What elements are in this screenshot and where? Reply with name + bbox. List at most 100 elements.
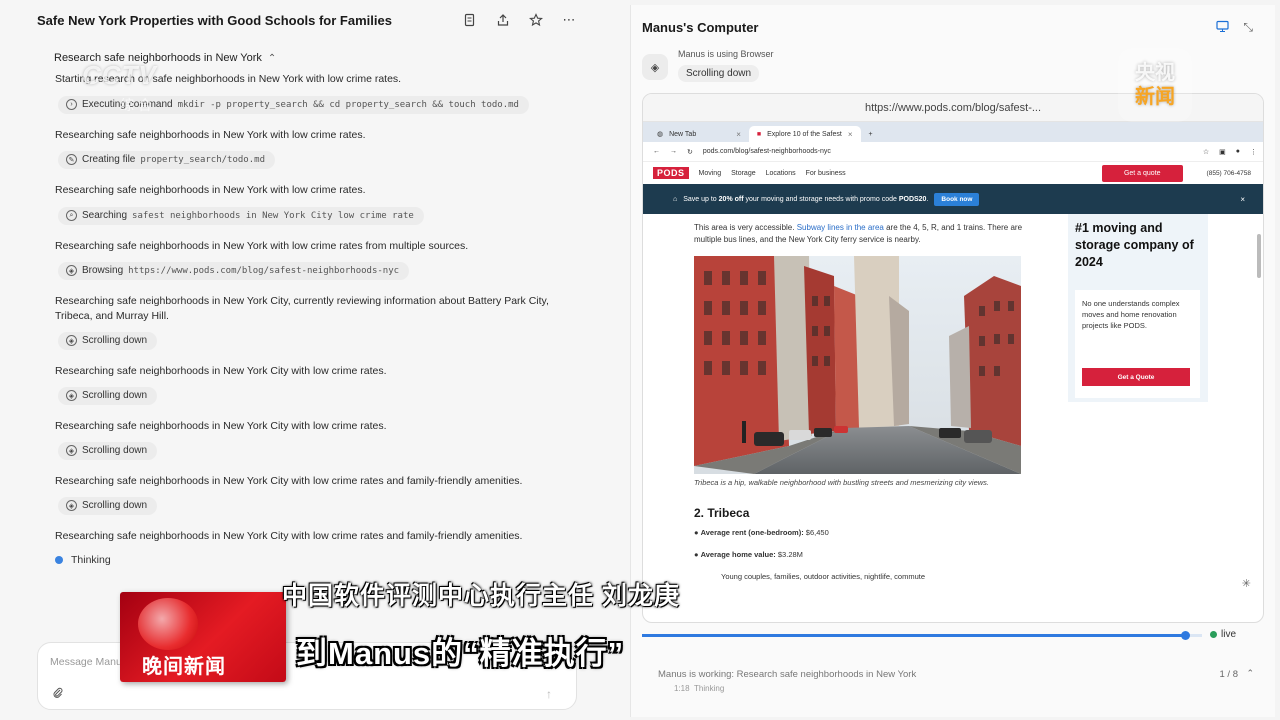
- step-chip[interactable]: ◈ Scrolling down: [58, 386, 158, 405]
- step-label: Scrolling down: [82, 445, 148, 456]
- step-chip[interactable]: ◈ Scrolling down: [58, 331, 158, 350]
- status-detail: 1:18 Thinking: [674, 684, 725, 693]
- chevron-up-icon[interactable]: ⌃: [1246, 668, 1254, 679]
- side-card-text: No one understands complex moves and hom…: [1082, 299, 1180, 330]
- globe-icon: ◍: [657, 131, 664, 138]
- tab-pods-article[interactable]: ■ Explore 10 of the Safest ×: [748, 126, 861, 142]
- step-chip[interactable]: ✎ Creating file property_search/todo.md: [58, 150, 275, 169]
- panel-controls: ⤡: [1216, 20, 1253, 36]
- news-logo-top: 央视: [1135, 62, 1175, 84]
- nav-locations[interactable]: Locations: [766, 170, 796, 177]
- step-detail: safest neighborhoods in New York City lo…: [132, 210, 414, 221]
- files-icon[interactable]: [462, 12, 478, 28]
- message-input[interactable]: Message Manus: [50, 656, 127, 668]
- best-for-bullet: Young couples, families, outdoor activit…: [721, 572, 925, 581]
- nav-for-business[interactable]: For business: [806, 170, 846, 177]
- nav-storage[interactable]: Storage: [731, 170, 756, 177]
- step-chip[interactable]: ◈ Scrolling down: [58, 496, 158, 515]
- forward-icon[interactable]: →: [670, 148, 677, 155]
- live-indicator[interactable]: live: [1210, 629, 1236, 640]
- tab-label: New Tab: [669, 130, 697, 138]
- nav-moving[interactable]: Moving: [699, 170, 722, 177]
- subtitle-speaker: 中国软件评测中心执行主任 刘龙庚: [282, 582, 680, 610]
- step-label: Creating file: [82, 154, 136, 165]
- feed-message: Researching safe neighborhoods in New Yo…: [55, 529, 523, 542]
- browser-view: https://www.pods.com/blog/safest-... ◍ N…: [642, 93, 1264, 623]
- step-chip[interactable]: ◈ Browsing https://www.pods.com/blog/safes…: [58, 261, 410, 280]
- more-icon[interactable]: ⋯: [561, 12, 577, 28]
- bookmark-icon[interactable]: ☆: [1203, 148, 1209, 156]
- section-heading: 2. Tribeca: [694, 506, 750, 520]
- close-icon[interactable]: ×: [848, 130, 853, 139]
- feed-message: Researching safe neighborhoods in New Yo…: [55, 364, 387, 377]
- article-content: This area is very accessible. Subway lin…: [643, 214, 1263, 604]
- monitor-icon[interactable]: [1216, 20, 1229, 36]
- compass-icon: ◈: [66, 445, 77, 456]
- site-nav: PODS Moving Storage Locations For busine…: [643, 162, 1263, 184]
- task-title: Safe New York Properties with Good Schoo…: [37, 12, 392, 28]
- attach-icon[interactable]: [52, 687, 64, 702]
- chevron-up-icon[interactable]: ⌃: [268, 53, 276, 64]
- step-label: Scrolling down: [82, 500, 148, 511]
- status-dot: [55, 555, 63, 564]
- compass-icon: ◈: [66, 390, 77, 401]
- side-card-body: No one understands complex moves and hom…: [1075, 290, 1200, 398]
- step-label: Scrolling down: [82, 335, 148, 346]
- thinking-indicator: Thinking: [55, 554, 595, 566]
- step-label: Searching: [82, 210, 128, 221]
- star-icon[interactable]: [528, 12, 544, 28]
- back-icon[interactable]: ←: [653, 148, 660, 155]
- phone-number[interactable]: (855) 706-4758: [1207, 170, 1251, 177]
- tab-label: Explore 10 of the Safest: [767, 130, 842, 138]
- progress-knob[interactable]: [1181, 631, 1191, 640]
- chat-panel: Safe New York Properties with Good Schoo…: [0, 0, 630, 720]
- step-counter: 1 / 8: [1219, 669, 1239, 680]
- extensions-icon[interactable]: ▣: [1219, 148, 1226, 156]
- get-a-quote-button[interactable]: Get a Quote: [1082, 368, 1190, 386]
- feed-message: Researching safe neighborhoods in New Yo…: [55, 294, 549, 322]
- action-chip: Scrolling down: [678, 65, 760, 82]
- promo-sidebar-card: #1 moving and storage company of 2024 No…: [1068, 214, 1208, 402]
- step-label: Scrolling down: [82, 390, 148, 401]
- address-text[interactable]: pods.com/blog/safest-neighborhoods-nyc: [703, 148, 831, 155]
- progress-fill: [642, 634, 1186, 637]
- step-detail: property_search/todo.md: [140, 154, 265, 165]
- globe-graphic: [138, 598, 198, 650]
- cctv-watermark: CCTV: [82, 60, 157, 90]
- tab-new-tab[interactable]: ◍ New Tab ×: [649, 126, 749, 142]
- menu-icon[interactable]: ⋮: [1250, 148, 1257, 156]
- live-dot: [1210, 631, 1217, 638]
- close-icon[interactable]: ×: [736, 130, 741, 139]
- pods-logo[interactable]: PODS: [653, 167, 689, 179]
- side-card-title: #1 moving and storage company of 2024: [1075, 221, 1194, 269]
- task-status-bar[interactable]: Manus is working: Research safe neighbor…: [642, 663, 1264, 699]
- subway-link[interactable]: Subway lines in the area: [797, 223, 884, 232]
- live-label: live: [1221, 629, 1237, 640]
- share-icon[interactable]: [495, 12, 511, 28]
- book-now-button[interactable]: Book now: [934, 192, 980, 206]
- news-logo-bottom: 新闻: [1135, 86, 1175, 108]
- reload-icon[interactable]: ↻: [687, 148, 693, 156]
- search-icon: ⌕: [66, 210, 77, 221]
- step-chip[interactable]: ◈ Scrolling down: [58, 441, 158, 460]
- new-tab-button[interactable]: +: [861, 126, 881, 142]
- page-scrollbar[interactable]: [1257, 234, 1261, 278]
- feed-message: Researching safe neighborhoods in New Yo…: [55, 474, 523, 487]
- pods-favicon-icon: ■: [756, 130, 762, 138]
- article-paragraph: This area is very accessible. Subway lin…: [694, 223, 1023, 244]
- step-chip[interactable]: ⌕ Searching safest neighborhoods in New Yo…: [58, 206, 424, 225]
- get-quote-button[interactable]: Get a quote: [1101, 164, 1183, 182]
- close-icon[interactable]: ×: [1240, 195, 1245, 204]
- agent-using-text: Manus is using Browser: [678, 49, 774, 59]
- channel-label: 综 合: [120, 97, 152, 113]
- compass-icon: ◈: [66, 335, 77, 346]
- photo-caption: Tribeca is a hip, walkable neighborhood …: [694, 478, 990, 487]
- send-icon[interactable]: ↑: [546, 687, 552, 701]
- collapse-icon[interactable]: ⤡: [1243, 20, 1253, 36]
- step-detail: mkdir -p property_search && cd property_…: [177, 99, 519, 110]
- profile-icon[interactable]: ●: [1236, 148, 1240, 155]
- address-bar: ← → ↻ pods.com/blog/safest-neighborhoods…: [643, 142, 1263, 162]
- step-label: Browsing: [82, 265, 124, 276]
- feed-message: Researching safe neighborhoods in New Yo…: [55, 183, 366, 196]
- replay-progress[interactable]: live: [642, 629, 1264, 643]
